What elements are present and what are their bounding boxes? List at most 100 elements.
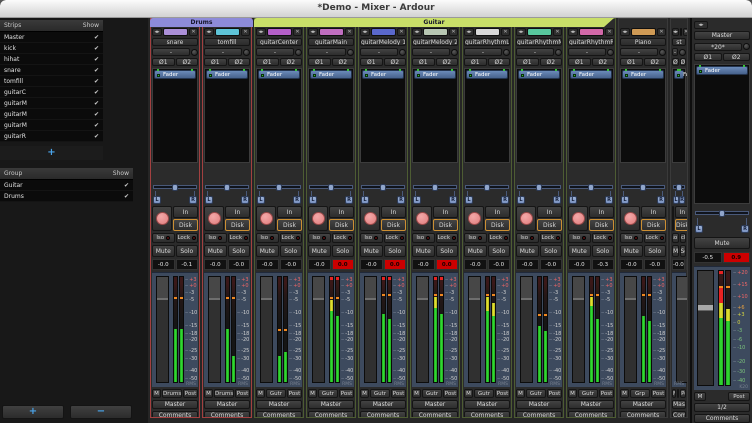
strip-width-button[interactable]: ◂▸: [256, 28, 266, 36]
processor-active-led[interactable]: [573, 74, 576, 77]
meter-point-button[interactable]: Post: [339, 389, 354, 398]
input-button[interactable]: -: [360, 48, 398, 56]
group-button[interactable]: Gutr: [474, 389, 494, 398]
monitor-input-button[interactable]: In: [485, 206, 510, 218]
pan-handle[interactable]: [432, 184, 438, 191]
mute-button[interactable]: Mute: [152, 245, 175, 257]
fader-processor[interactable]: Fader: [310, 70, 352, 79]
fader-processor[interactable]: Fader: [258, 70, 300, 79]
gain-fader[interactable]: [676, 276, 688, 383]
trim-knob[interactable]: [399, 49, 406, 56]
strip-width-button[interactable]: ◂▸: [308, 28, 318, 36]
trim-knob[interactable]: [243, 49, 250, 56]
pan-left-button[interactable]: L: [621, 196, 629, 204]
sidebar-group-row[interactable]: Guitar✔: [0, 180, 133, 191]
processor-box[interactable]: Fader: [620, 68, 666, 163]
phase-1-button[interactable]: Ø1: [620, 58, 643, 66]
record-enable-button[interactable]: [568, 206, 588, 231]
track-color-chip[interactable]: [475, 28, 500, 36]
output-button[interactable]: Master: [620, 400, 666, 409]
meter-point-button[interactable]: Post: [183, 389, 198, 398]
fader-handle[interactable]: [261, 277, 272, 300]
solo-button[interactable]: Solo: [228, 245, 251, 257]
narrow-button[interactable]: M: [620, 389, 629, 398]
trim-knob[interactable]: [191, 49, 198, 56]
gain-fader[interactable]: [312, 276, 325, 383]
solo-isolate-button[interactable]: Iso: [152, 233, 175, 243]
gain-fader[interactable]: [572, 276, 585, 383]
gain-display[interactable]: -0.5: [694, 252, 722, 263]
meter-point-button[interactable]: Post: [728, 392, 750, 401]
solo-button[interactable]: Solo: [332, 245, 355, 257]
solo-isolate-button[interactable]: Iso: [672, 233, 679, 243]
meter-point-button[interactable]: Post: [235, 389, 250, 398]
record-enable-button[interactable]: [308, 206, 328, 231]
meter-type-label[interactable]: K20: [739, 385, 748, 390]
meter-type-label[interactable]: RMS: [602, 382, 612, 387]
pan-right-button[interactable]: R: [397, 196, 405, 204]
pan-left-button[interactable]: L: [309, 196, 317, 204]
phase-1-button[interactable]: Ø1: [412, 58, 435, 66]
meter-point-button[interactable]: Post: [680, 389, 686, 398]
visibility-checkbox[interactable]: ✔: [94, 78, 99, 85]
panner[interactable]: L R: [464, 182, 510, 204]
track-color-chip[interactable]: [423, 28, 448, 36]
phase-2-button[interactable]: Ø2: [384, 58, 407, 66]
track-color-chip[interactable]: [527, 28, 552, 36]
solo-isolate-button[interactable]: Iso: [568, 233, 591, 243]
solo-lock-button[interactable]: Lock: [280, 233, 303, 243]
fader-handle[interactable]: [698, 305, 713, 311]
pan-left-button[interactable]: L: [413, 196, 421, 204]
narrow-button[interactable]: M: [672, 389, 676, 398]
processor-box[interactable]: Fader: [672, 68, 686, 163]
meter-point-button[interactable]: Post: [599, 389, 614, 398]
monitor-input-button[interactable]: In: [225, 206, 250, 218]
input-button[interactable]: -: [672, 48, 678, 56]
mute-button[interactable]: Mute: [568, 245, 591, 257]
fader-processor[interactable]: Fader: [570, 70, 612, 79]
sidebar-strip-row[interactable]: kick✔: [0, 43, 103, 54]
processor-active-led[interactable]: [521, 74, 524, 77]
group-button[interactable]: Gutr: [370, 389, 390, 398]
narrow-button[interactable]: M: [464, 389, 473, 398]
pan-slider[interactable]: [361, 185, 405, 189]
panner[interactable]: L R: [360, 182, 406, 204]
processor-active-led[interactable]: [365, 74, 368, 77]
processor-active-led[interactable]: [313, 74, 316, 77]
meter-type-label[interactable]: RMS: [550, 382, 560, 387]
window-title-bar[interactable]: *Demo - Mixer - Ardour: [0, 0, 752, 18]
input-button[interactable]: -: [412, 48, 450, 56]
pan-slider[interactable]: [309, 185, 353, 189]
pan-handle[interactable]: [640, 184, 646, 191]
solo-lock-button[interactable]: Lock: [680, 233, 687, 243]
comments-button[interactable]: Comments: [516, 411, 562, 418]
processor-active-led[interactable]: [417, 74, 420, 77]
track-color-chip[interactable]: [163, 28, 188, 36]
solo-button[interactable]: Solo: [680, 245, 687, 257]
pan-left-button[interactable]: L: [205, 196, 213, 204]
output-button[interactable]: Master: [672, 400, 686, 409]
peak-display[interactable]: 0.9: [723, 252, 751, 263]
phase-1-button[interactable]: Ø1: [516, 58, 539, 66]
narrow-button[interactable]: M: [360, 389, 369, 398]
fader-processor[interactable]: Fader: [518, 70, 560, 79]
record-enable-button[interactable]: [516, 206, 536, 231]
peak-display[interactable]: -0.0: [280, 259, 303, 270]
pan-right-button[interactable]: R: [605, 196, 613, 204]
input-button[interactable]: -: [620, 48, 658, 56]
pan-handle[interactable]: [719, 210, 725, 217]
track-name-button[interactable]: Piano: [620, 38, 666, 46]
peak-display[interactable]: 0.0: [436, 259, 459, 270]
mute-button[interactable]: Mute: [672, 245, 679, 257]
pan-slider[interactable]: [517, 185, 561, 189]
meter-point-button[interactable]: Post: [495, 389, 510, 398]
trim-knob[interactable]: [555, 49, 562, 56]
strip-width-button[interactable]: ◂▸: [412, 28, 422, 36]
group-button[interactable]: Gutr: [526, 389, 546, 398]
comments-button[interactable]: Comments: [204, 411, 250, 418]
gain-display[interactable]: -0.0: [620, 259, 643, 270]
monitor-input-button[interactable]: In: [675, 206, 688, 218]
group-button[interactable]: Drums: [214, 389, 234, 398]
monitor-input-button[interactable]: In: [381, 206, 406, 218]
strip-width-button[interactable]: ◂▸: [620, 28, 630, 36]
